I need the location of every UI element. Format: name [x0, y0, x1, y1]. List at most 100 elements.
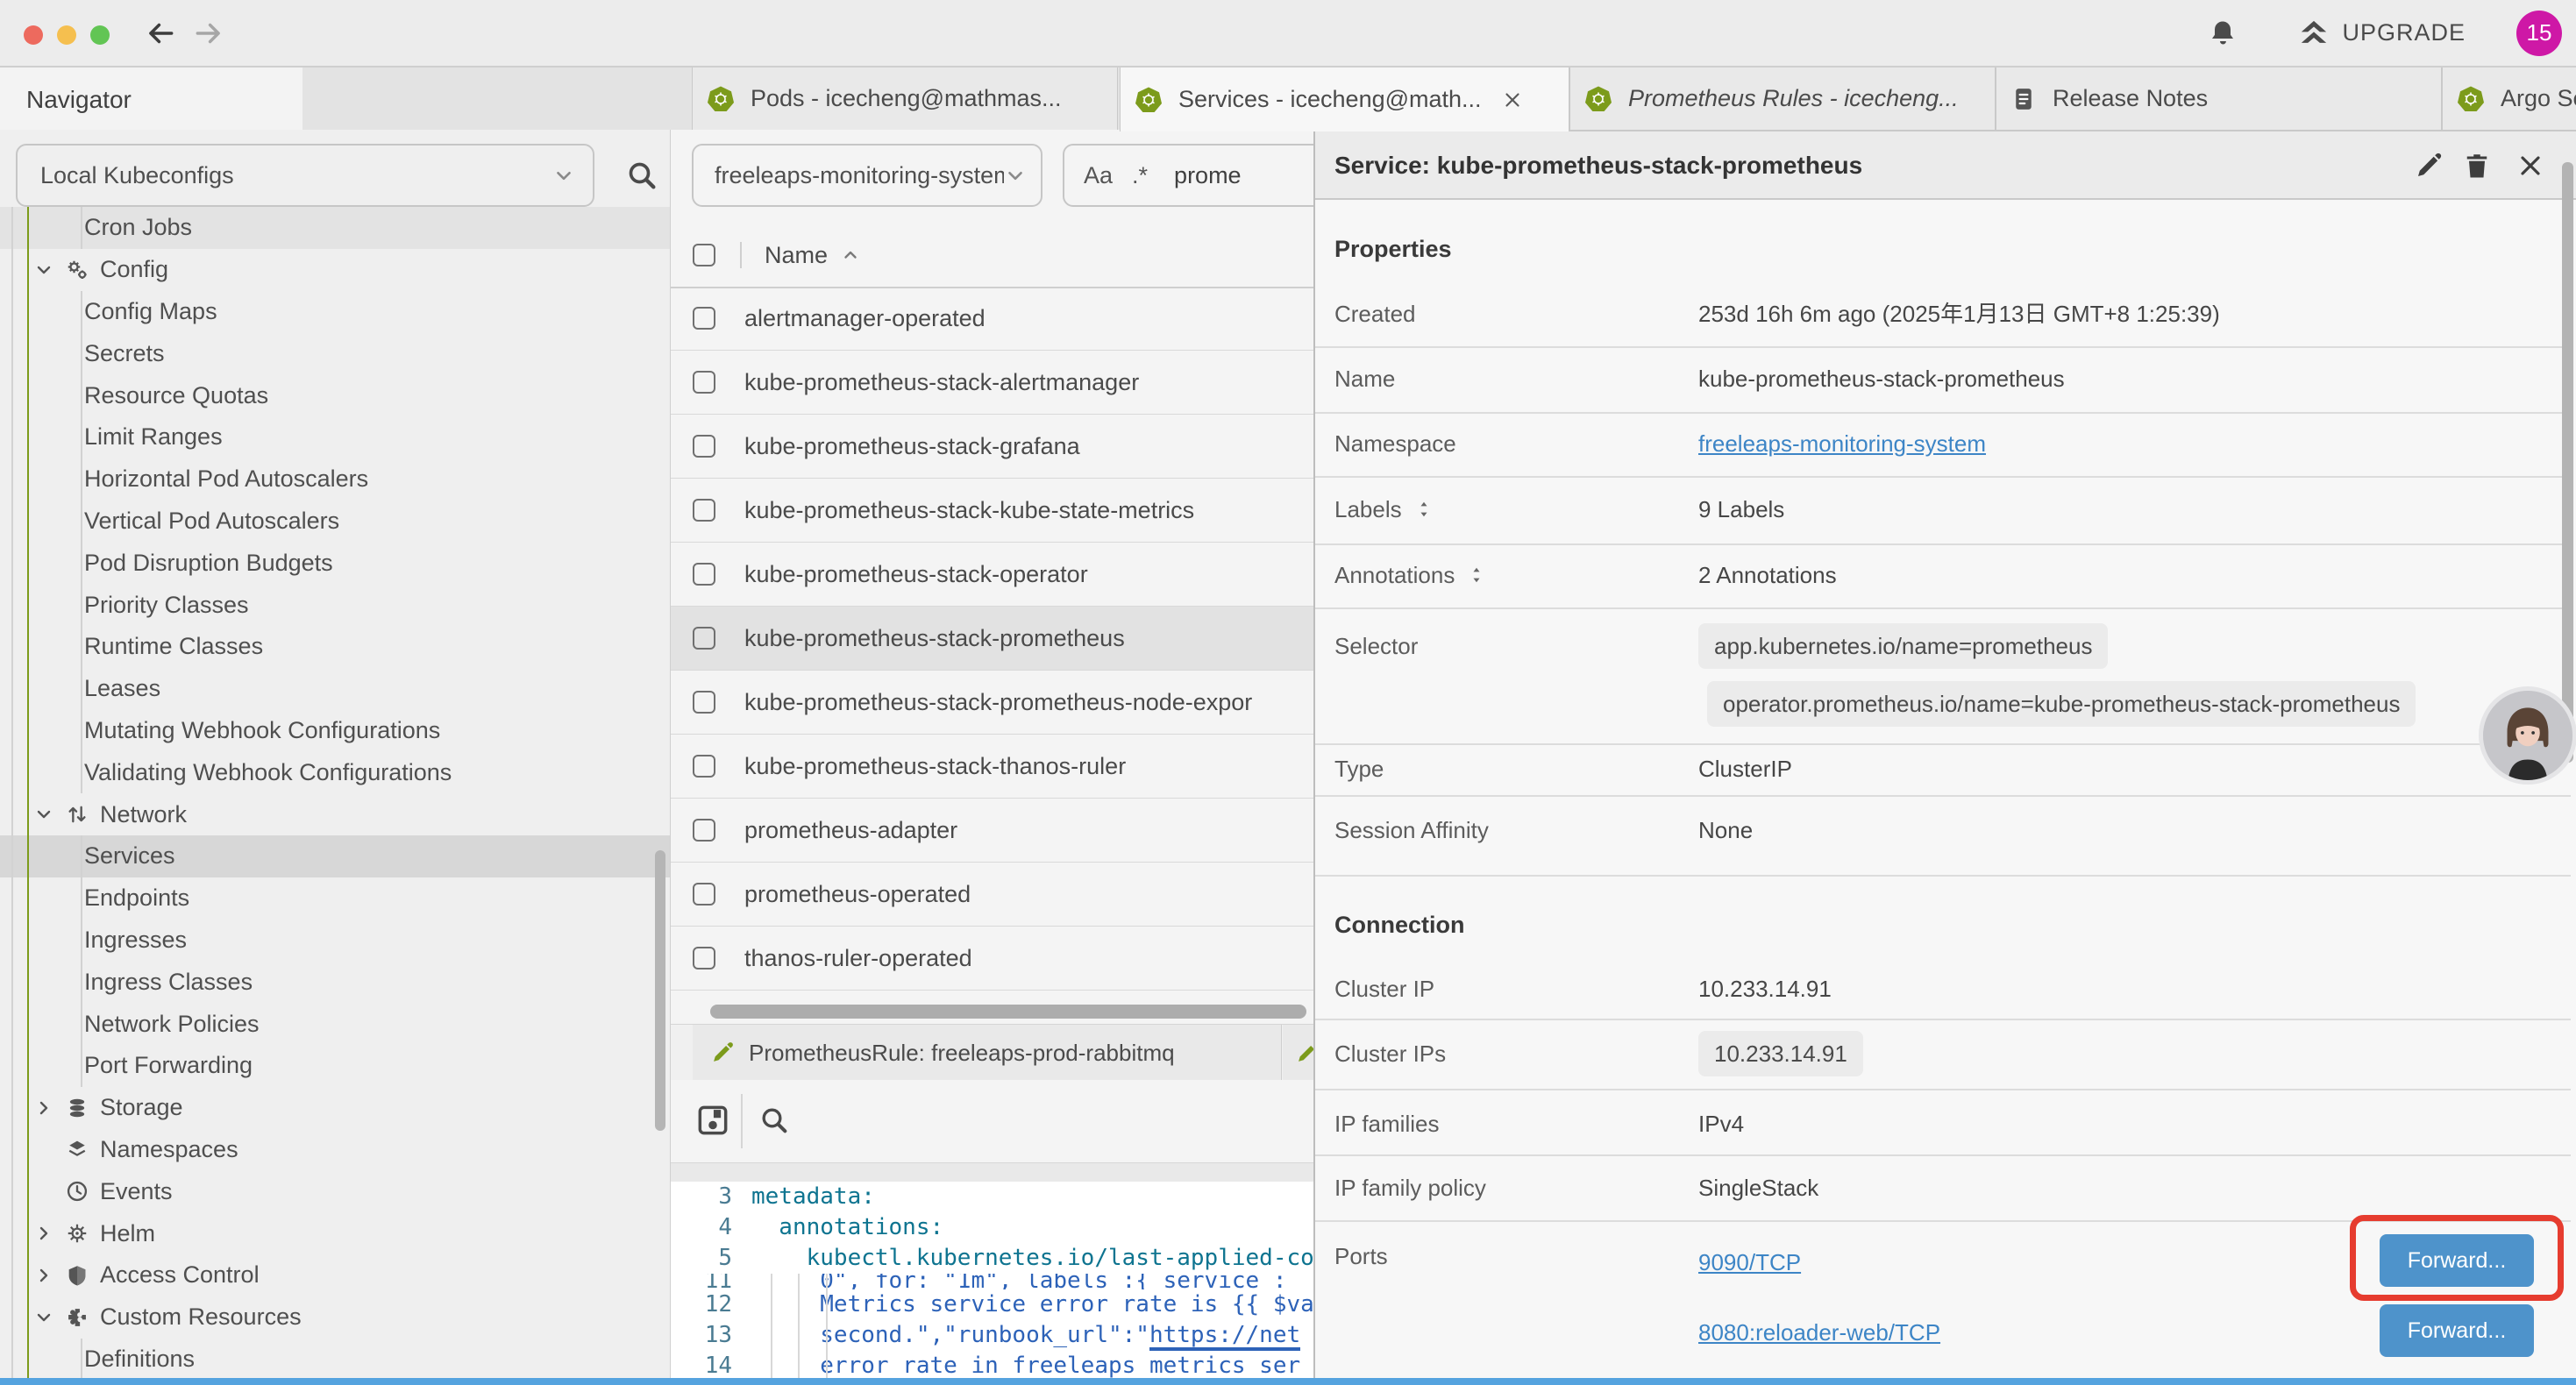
sidebar-item-ingresses[interactable]: Ingresses — [0, 920, 671, 962]
row-checkbox[interactable] — [693, 947, 715, 970]
tab-argo[interactable]: Argo Se — [2442, 67, 2576, 130]
row-checkbox[interactable] — [693, 371, 715, 394]
close-icon[interactable] — [2515, 150, 2546, 181]
tab-pods[interactable]: Pods - icecheng@mathmas... — [692, 67, 1118, 130]
tab-release-notes[interactable]: Release Notes — [1996, 67, 2442, 130]
tab-navigator[interactable]: Navigator — [0, 67, 302, 131]
close-window-button[interactable] — [24, 25, 43, 45]
sidebar-item-config[interactable]: Config — [0, 249, 671, 291]
table-row[interactable]: kube-prometheus-stack-alertmanager — [671, 351, 1313, 415]
sidebar-item-resource-quotas[interactable]: Resource Quotas — [0, 374, 671, 416]
sidebar-item-endpoints[interactable]: Endpoints — [0, 877, 671, 920]
sidebar-item-namespaces[interactable]: Namespaces — [0, 1129, 671, 1171]
table-row[interactable]: kube-prometheus-stack-prometheus-node-ex… — [671, 671, 1313, 735]
zoom-window-button[interactable] — [90, 25, 110, 45]
prop-value-annotations[interactable]: 2 Annotations — [1698, 556, 1837, 594]
regex-toggle[interactable]: .* — [1132, 162, 1148, 189]
tab-services[interactable]: Services - icecheng@math... — [1120, 67, 1569, 131]
forward-button-8080[interactable]: Forward... — [2380, 1304, 2534, 1357]
sidebar-item-ingress-classes[interactable]: Ingress Classes — [0, 961, 671, 1003]
chevron-right-icon[interactable] — [33, 1223, 58, 1244]
bell-icon[interactable] — [2207, 18, 2238, 49]
select-all-checkbox[interactable] — [693, 244, 715, 266]
editor-tab-prometheusrule[interactable]: PrometheusRule: freeleaps-prod-rabbitmq — [693, 1025, 1282, 1081]
namespace-link[interactable]: freeleaps-monitoring-system — [1698, 424, 1986, 463]
row-checkbox[interactable] — [693, 307, 715, 330]
back-icon[interactable] — [144, 17, 177, 50]
kubeconfig-dropdown[interactable]: Local Kubeconfigs — [16, 144, 594, 207]
table-row[interactable]: thanos-ruler-operated — [671, 927, 1313, 991]
sidebar-item-network[interactable]: Network — [0, 793, 671, 835]
sidebar-item-events[interactable]: Events — [0, 1170, 671, 1212]
close-icon[interactable] — [1501, 89, 1524, 111]
sort-both-icon[interactable] — [1467, 565, 1486, 585]
sidebar-item-storage[interactable]: Storage — [0, 1087, 671, 1129]
table-row[interactable]: alertmanager-operated — [671, 287, 1313, 351]
upgrade-icon[interactable] — [2296, 16, 2331, 51]
minimize-window-button[interactable] — [57, 25, 76, 45]
editor-tab-partial[interactable] — [1283, 1025, 1313, 1081]
sidebar-item-secrets[interactable]: Secrets — [0, 332, 671, 374]
sidebar-item-runtime-classes[interactable]: Runtime Classes — [0, 626, 671, 668]
sidebar-item-network-policies[interactable]: Network Policies — [0, 1003, 671, 1045]
sidebar-item-services[interactable]: Services — [0, 835, 671, 877]
row-checkbox[interactable] — [693, 563, 715, 586]
trash-icon[interactable] — [2461, 150, 2493, 181]
row-checkbox[interactable] — [693, 883, 715, 906]
sidebar-item-limit-ranges[interactable]: Limit Ranges — [0, 416, 671, 458]
search-icon[interactable] — [624, 158, 659, 193]
table-row[interactable]: kube-prometheus-stack-kube-state-metrics — [671, 479, 1313, 543]
port-link-9090[interactable]: 9090/TCP — [1698, 1243, 1801, 1282]
chevron-right-icon[interactable] — [33, 1097, 58, 1119]
sidebar-item-pod-disruption-budgets[interactable]: Pod Disruption Budgets — [0, 542, 671, 584]
sidebar-item-vertical-pod-autoscalers[interactable]: Vertical Pod Autoscalers — [0, 501, 671, 543]
tab-prometheus-rules[interactable]: Prometheus Rules - icecheng... — [1569, 67, 1996, 130]
chevron-down-icon[interactable] — [33, 259, 58, 281]
sidebar-item-cron-jobs[interactable]: Cron Jobs — [0, 207, 671, 249]
sidebar-item-custom-resources[interactable]: Custom Resources — [0, 1296, 671, 1339]
sidebar-item-config-maps[interactable]: Config Maps — [0, 291, 671, 333]
row-checkbox[interactable] — [693, 627, 715, 650]
chevron-down-icon[interactable] — [33, 804, 58, 825]
chevron-right-icon[interactable] — [33, 1265, 58, 1286]
sidebar-item-priority-classes[interactable]: Priority Classes — [0, 584, 671, 626]
namespace-dropdown[interactable]: freeleaps-monitoring-system — [692, 144, 1042, 207]
row-checkbox[interactable] — [693, 435, 715, 458]
table-row[interactable]: kube-prometheus-stack-operator — [671, 543, 1313, 607]
table-row[interactable]: prometheus-operated — [671, 863, 1313, 927]
search-icon[interactable] — [757, 1103, 792, 1138]
row-checkbox[interactable] — [693, 819, 715, 842]
drawer-scrollbar[interactable] — [2562, 162, 2573, 763]
sidebar-item-port-forwarding[interactable]: Port Forwarding — [0, 1045, 671, 1087]
chevron-down-icon[interactable] — [33, 1307, 58, 1328]
sidebar-item-validating-webhook-configurations[interactable]: Validating Webhook Configurations — [0, 751, 671, 793]
sidebar-item-horizontal-pod-autoscalers[interactable]: Horizontal Pod Autoscalers — [0, 458, 671, 501]
notification-count-badge[interactable]: 15 — [2516, 11, 2562, 56]
table-row-selected[interactable]: kube-prometheus-stack-prometheus — [671, 607, 1313, 671]
sidebar-item-mutating-webhook-configurations[interactable]: Mutating Webhook Configurations — [0, 710, 671, 752]
prop-value-labels[interactable]: 9 Labels — [1698, 490, 1784, 529]
sidebar-scrollbar[interactable] — [655, 850, 665, 1131]
table-row[interactable]: prometheus-adapter — [671, 799, 1313, 863]
save-icon[interactable] — [694, 1101, 732, 1140]
filter-search-input[interactable]: Aa .* prome — [1063, 144, 1313, 207]
table-row[interactable]: kube-prometheus-stack-thanos-ruler — [671, 735, 1313, 799]
yaml-editor[interactable]: 3metadata: 4 annotations: 5 kubectl.kube… — [671, 1182, 1313, 1378]
table-row[interactable]: kube-prometheus-stack-grafana — [671, 415, 1313, 479]
sidebar-item-access-control[interactable]: Access Control — [0, 1254, 671, 1296]
sort-both-icon[interactable] — [1414, 500, 1434, 519]
horizontal-scrollbar[interactable] — [710, 1005, 1306, 1019]
avatar[interactable] — [2479, 686, 2576, 785]
match-case-toggle[interactable]: Aa — [1084, 162, 1113, 189]
forward-icon[interactable] — [192, 17, 225, 50]
row-checkbox[interactable] — [693, 691, 715, 714]
column-header-name[interactable]: Name — [765, 242, 828, 269]
row-checkbox[interactable] — [693, 499, 715, 522]
sort-caret-icon[interactable] — [840, 245, 861, 266]
edit-pencil-icon[interactable] — [2413, 150, 2444, 181]
sidebar-item-definitions[interactable]: Definitions — [0, 1339, 671, 1378]
sidebar-item-leases[interactable]: Leases — [0, 668, 671, 710]
upgrade-label[interactable]: UPGRADE — [2342, 19, 2466, 46]
port-link-8080[interactable]: 8080:reloader-web/TCP — [1698, 1313, 1940, 1352]
sidebar-item-helm[interactable]: Helm — [0, 1212, 671, 1254]
